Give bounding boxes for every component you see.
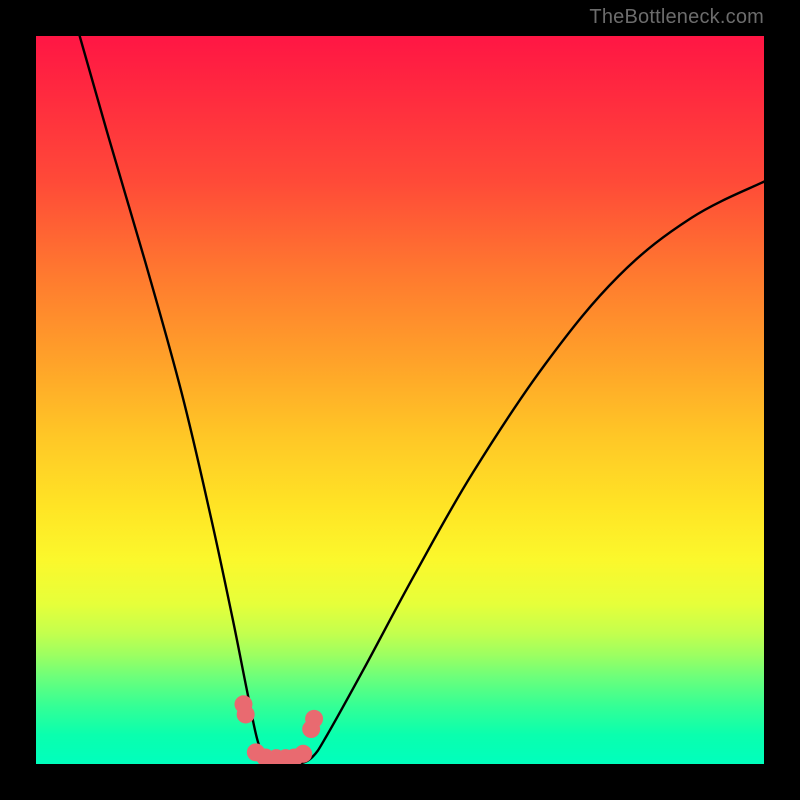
- dot-markers: [234, 695, 323, 764]
- dot-marker: [294, 745, 312, 763]
- plot-area: [36, 36, 764, 764]
- v-curve-path: [80, 36, 764, 764]
- dot-marker: [237, 705, 255, 723]
- v-curve: [80, 36, 764, 764]
- watermark-label: TheBottleneck.com: [589, 6, 764, 29]
- chart-svg: [36, 36, 764, 764]
- chart-frame: TheBottleneck.com: [0, 0, 800, 800]
- dot-marker: [305, 710, 323, 728]
